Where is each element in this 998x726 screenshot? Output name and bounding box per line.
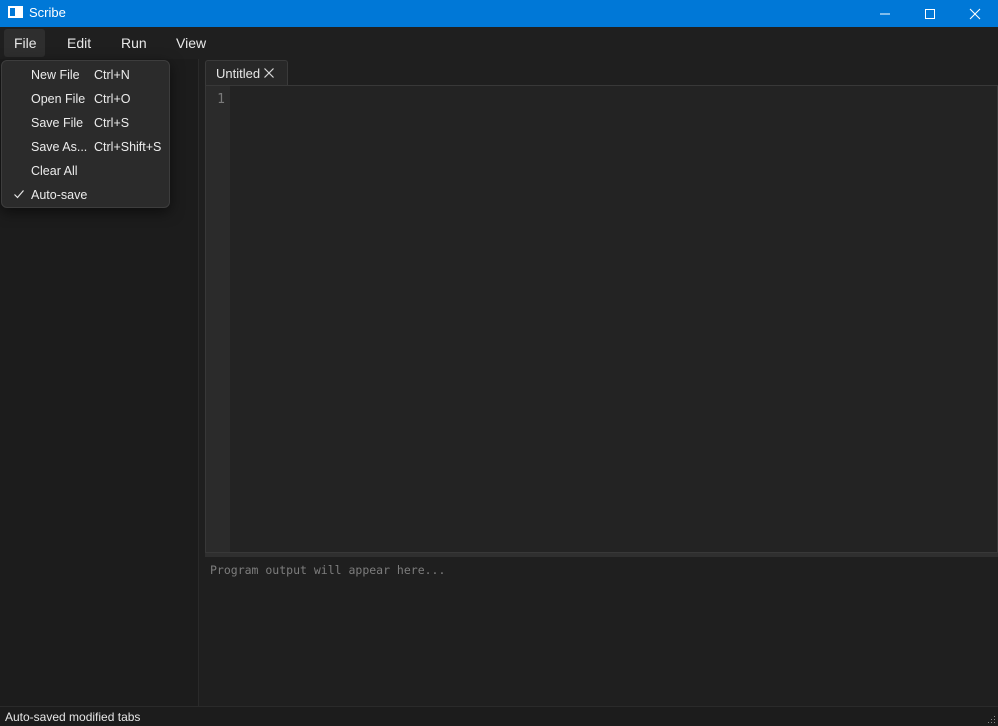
code-editor[interactable]: 1 bbox=[205, 85, 998, 553]
menu-item-label: Auto-save bbox=[31, 188, 88, 202]
tab-untitled[interactable]: Untitled bbox=[205, 60, 288, 85]
menu-item-open-file[interactable]: Open File Ctrl+O bbox=[5, 87, 167, 111]
tab-label: Untitled bbox=[216, 66, 261, 81]
menu-item-new-file[interactable]: New File Ctrl+N bbox=[5, 63, 167, 87]
menu-edit[interactable]: Edit bbox=[57, 29, 101, 57]
title-bar[interactable]: Scribe bbox=[0, 0, 998, 27]
output-placeholder: Program output will appear here... bbox=[210, 563, 446, 577]
menu-run[interactable]: Run bbox=[111, 29, 157, 57]
menu-item-clear-all[interactable]: Clear All bbox=[5, 159, 167, 183]
status-text: Auto-saved modified tabs bbox=[5, 710, 141, 724]
output-panel[interactable]: Program output will appear here... bbox=[205, 557, 998, 706]
menu-item-auto-save[interactable]: Auto-save bbox=[5, 183, 167, 207]
status-bar: Auto-saved modified tabs bbox=[0, 706, 998, 726]
close-icon bbox=[969, 8, 981, 19]
menu-item-save-as[interactable]: Save As... Ctrl+Shift+S bbox=[5, 135, 167, 159]
menu-item-shortcut: Ctrl+N bbox=[94, 68, 130, 82]
code-text-area[interactable] bbox=[230, 86, 997, 552]
menu-item-label: Clear All bbox=[31, 164, 78, 178]
menu-item-label: Save File bbox=[31, 116, 84, 130]
file-menu-dropdown: New File Ctrl+N Open File Ctrl+O Save Fi… bbox=[1, 60, 170, 208]
maximize-icon bbox=[925, 8, 935, 19]
menu-view[interactable]: View bbox=[166, 29, 216, 57]
tab-close-icon[interactable] bbox=[263, 67, 275, 79]
menu-item-shortcut: Ctrl+Shift+S bbox=[94, 140, 162, 154]
maximize-button[interactable] bbox=[907, 0, 953, 27]
menu-file[interactable]: File bbox=[4, 29, 45, 57]
window-title: Scribe bbox=[29, 5, 66, 20]
menu-item-shortcut: Ctrl+S bbox=[94, 116, 130, 130]
app-window: Scribe File Edit Run View Untitled 1 Pro… bbox=[0, 0, 998, 726]
minimize-button[interactable] bbox=[862, 0, 908, 27]
app-icon bbox=[8, 6, 23, 18]
menu-item-shortcut: Ctrl+O bbox=[94, 92, 131, 106]
menu-item-save-file[interactable]: Save File Ctrl+S bbox=[5, 111, 167, 135]
checkmark-icon bbox=[14, 190, 24, 199]
minimize-icon bbox=[880, 13, 890, 14]
menu-item-label: New File bbox=[31, 68, 80, 82]
resize-grip-icon[interactable] bbox=[986, 714, 996, 724]
menu-bar: File Edit Run View bbox=[0, 27, 998, 59]
line-number: 1 bbox=[217, 92, 225, 107]
menu-item-label: Open File bbox=[31, 92, 86, 106]
close-window-button[interactable] bbox=[952, 0, 998, 27]
line-number-gutter: 1 bbox=[206, 86, 230, 552]
menu-item-label: Save As... bbox=[31, 140, 88, 154]
